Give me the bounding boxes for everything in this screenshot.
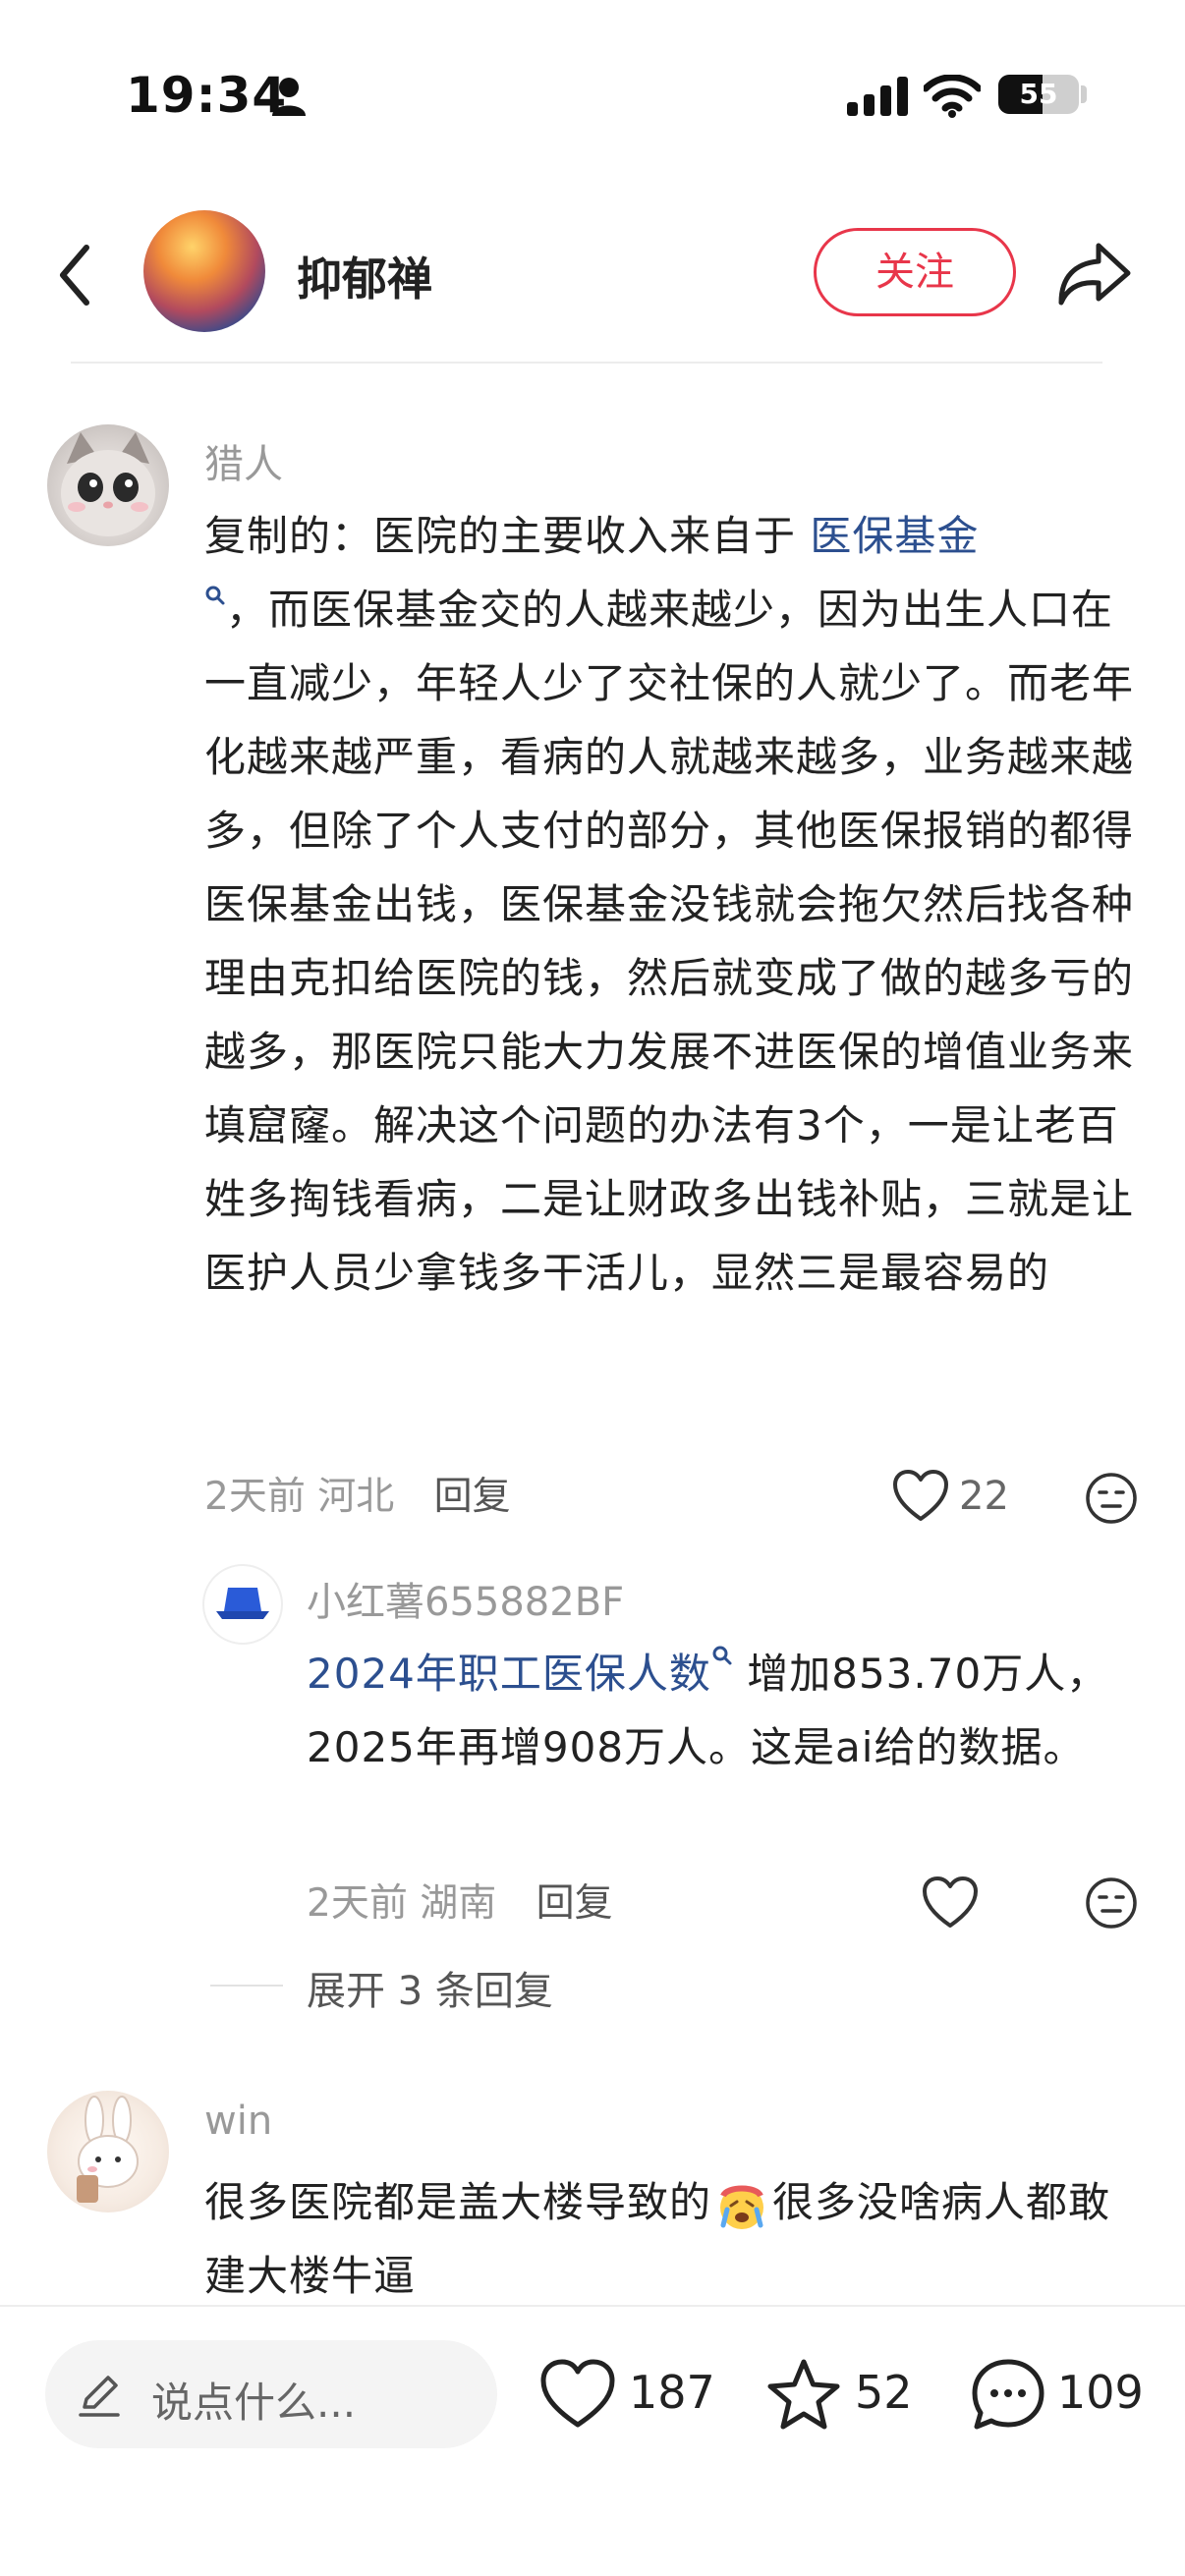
bucket-hat-icon [216, 1588, 269, 1619]
battery-level: 55 [1019, 78, 1058, 110]
bottom-bar-divider [0, 2305, 1185, 2307]
follow-button[interactable]: 关注 [814, 228, 1016, 316]
battery-tip [1081, 85, 1087, 103]
header-divider [71, 362, 1102, 364]
bunny-avatar-icon [77, 2096, 139, 2203]
post-like-count: 187 [629, 2366, 715, 2419]
reply-text: 2024年职工医保人数 增加853.70万人，2025年再增908万人。这是ai… [307, 1637, 1148, 1784]
search-icon[interactable] [711, 1645, 733, 1666]
comment-bubble-icon[interactable] [969, 2356, 1047, 2435]
status-bar: 19:34 55 [0, 0, 1185, 196]
battery-indicator: 55 [998, 75, 1079, 114]
status-time: 19:34 [126, 67, 288, 124]
expand-replies-button[interactable]: 展开 3 条回复 [307, 1959, 553, 2016]
comment-text: 很多医院都是盖大楼导致的 很多没啥病人都敢建大楼牛逼 [204, 2165, 1148, 2313]
reply-meta: 2天前 湖南 回复 [307, 1873, 613, 1928]
wifi-icon [924, 75, 981, 118]
reply-button[interactable]: 回复 [536, 1881, 613, 1926]
pencil-icon [79, 2376, 120, 2417]
crying-emoji-icon [720, 2185, 764, 2229]
star-icon[interactable] [764, 2356, 843, 2435]
comment-time: 2天前 [204, 1475, 306, 1519]
post-header: 抑郁禅 关注 [0, 196, 1185, 364]
cat-avatar-icon [61, 432, 155, 536]
emoji-reaction-icon[interactable] [1085, 1876, 1138, 1930]
like-post-icon[interactable] [538, 2356, 617, 2435]
reply-time: 2天前 [307, 1881, 408, 1926]
reply-location: 湖南 [420, 1881, 497, 1926]
author-avatar[interactable] [143, 210, 265, 332]
post-comment-count: 109 [1057, 2366, 1144, 2419]
search-icon[interactable] [204, 585, 226, 606]
search-link-medical-fund[interactable]: 医保基金 [810, 512, 979, 560]
comment-text-prefix: 复制的：医院的主要收入来自于 [204, 512, 811, 560]
comment-text-prefix: 很多医院都是盖大楼导致的 [204, 2178, 712, 2226]
heart-icon[interactable] [922, 1876, 979, 1930]
reply-button[interactable]: 回复 [434, 1475, 511, 1519]
commenter-name[interactable]: 猎人 [204, 432, 283, 489]
search-link-insured-count[interactable]: 2024年职工医保人数 [307, 1650, 711, 1698]
comment-text: 复制的：医院的主要收入来自于 医保基金 ，而医保基金交的人越来越少，因为出生人口… [204, 499, 1148, 1310]
comment-input[interactable]: 说点什么... [45, 2340, 497, 2448]
comment-text-suffix: ，而医保基金交的人越来越少，因为出生人口在一直减少，年轻人少了交社保的人就少了。… [204, 586, 1135, 1297]
person-icon [272, 78, 306, 116]
comment-input-placeholder: 说点什么... [151, 2379, 357, 2427]
like-count: 22 [959, 1474, 1009, 1519]
expand-divider [210, 1985, 283, 1987]
post-star-count: 52 [855, 2366, 913, 2419]
reply-user-name[interactable]: 小红薯655882BF [307, 1570, 624, 1627]
cellular-signal-icon [847, 77, 908, 116]
heart-icon[interactable] [892, 1470, 949, 1523]
back-icon[interactable] [47, 236, 106, 314]
author-name[interactable]: 抑郁禅 [297, 244, 432, 308]
commenter-name[interactable]: win [204, 2099, 272, 2144]
commenter-avatar[interactable] [47, 2091, 169, 2212]
emoji-reaction-icon[interactable] [1085, 1472, 1138, 1525]
share-icon[interactable] [1055, 236, 1134, 314]
comment-meta: 2天前 河北 回复 [204, 1466, 511, 1521]
comment-location: 河北 [317, 1475, 395, 1519]
reply-avatar[interactable] [202, 1564, 283, 1645]
commenter-avatar[interactable] [47, 424, 169, 546]
